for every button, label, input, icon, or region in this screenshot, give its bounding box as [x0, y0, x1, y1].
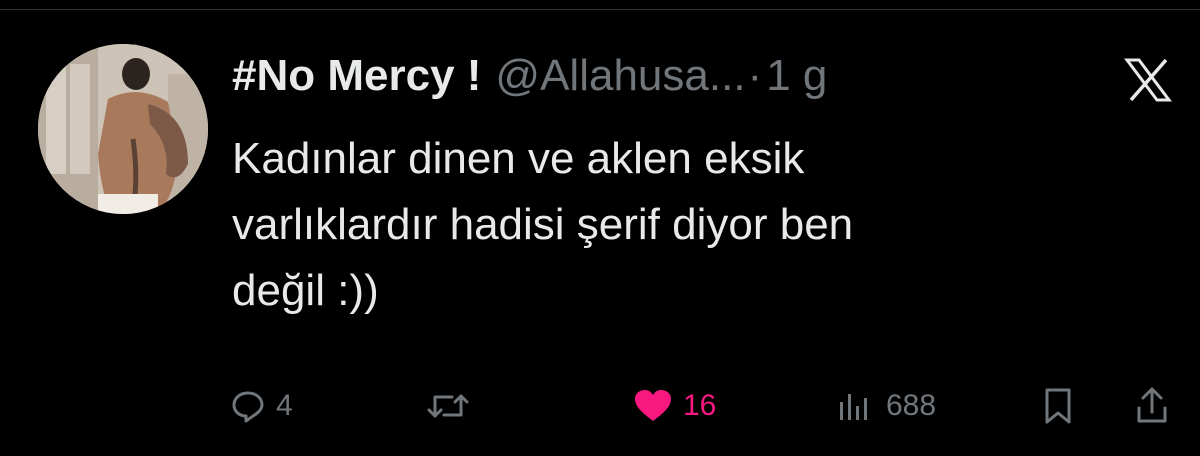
- views-button[interactable]: 688: [836, 376, 936, 436]
- reply-button[interactable]: 4: [230, 376, 293, 436]
- tweet-text: Kadınlar dinen ve aklen eksik varlıklard…: [232, 134, 854, 315]
- reply-icon: [232, 391, 264, 423]
- views-icon: [840, 394, 867, 420]
- retweet-icon: [427, 394, 469, 418]
- user-handle[interactable]: @Allahusa...: [495, 48, 745, 104]
- avatar-image: [38, 44, 208, 214]
- bookmark-icon: [1045, 388, 1071, 424]
- retweet-button[interactable]: [426, 376, 480, 436]
- reply-count: 4: [276, 389, 293, 422]
- avatar[interactable]: [38, 44, 208, 214]
- like-count: 16: [683, 389, 717, 422]
- top-divider: [0, 9, 1200, 10]
- share-icon: [1137, 387, 1167, 423]
- like-button[interactable]: 16: [633, 376, 716, 436]
- separator-dot: ·: [747, 51, 763, 100]
- bookmark-button[interactable]: [1040, 376, 1076, 436]
- timestamp[interactable]: 1 g: [766, 48, 827, 104]
- display-name[interactable]: #No Mercy !: [232, 48, 481, 104]
- action-bar: 4 16 688: [0, 376, 1200, 436]
- heart-icon: [635, 390, 671, 421]
- share-button[interactable]: [1134, 376, 1170, 436]
- views-count: 688: [886, 389, 937, 422]
- x-logo-icon: [1124, 58, 1172, 102]
- tweet-header: #No Mercy ! @Allahusa... · 1 g: [232, 48, 827, 104]
